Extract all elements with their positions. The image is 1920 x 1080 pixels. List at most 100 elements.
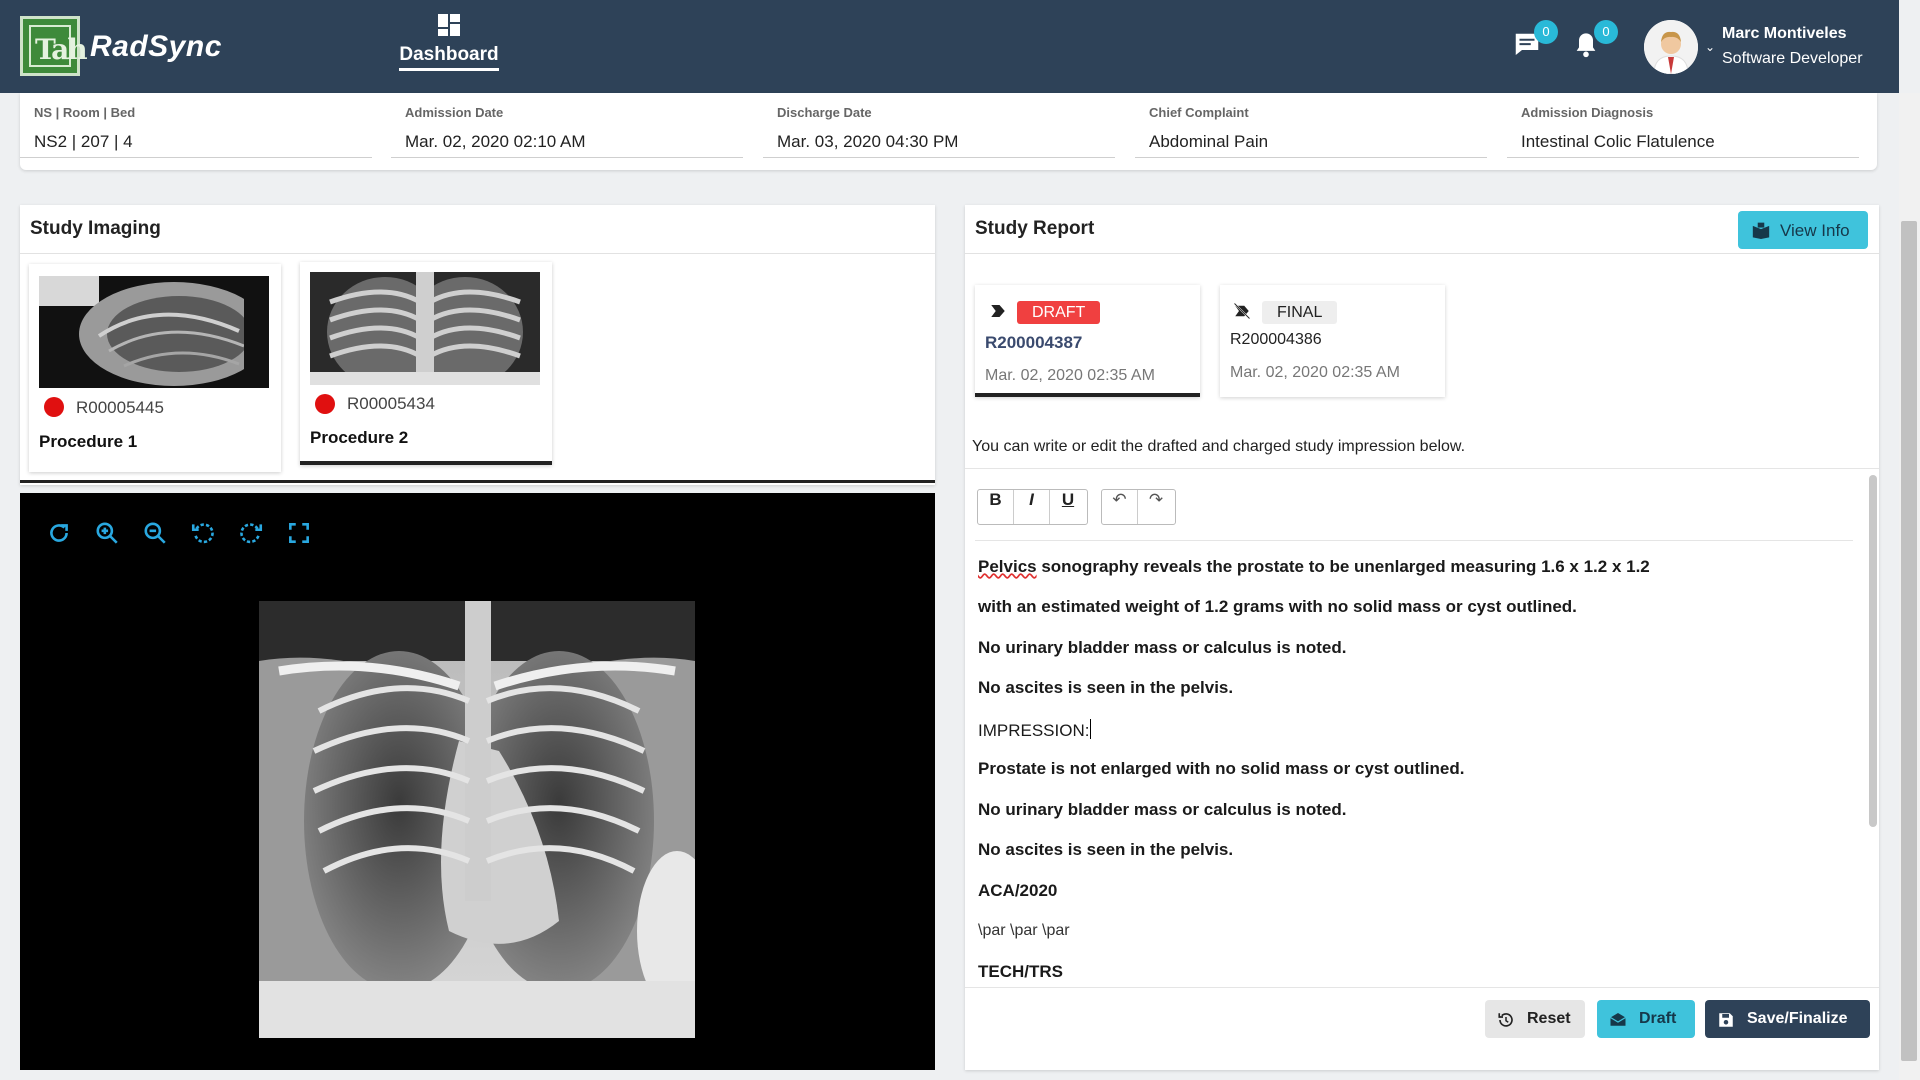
panel-title: Study Imaging [30,218,161,239]
draft-label: Draft [1639,1010,1677,1027]
italic-button[interactable]: I [1014,490,1050,524]
refresh-icon[interactable] [46,520,72,546]
procedure-label: Procedure 2 [310,428,409,447]
save-finalize-label: Save/Finalize [1747,1010,1848,1027]
report-id: R200004387 [985,333,1083,352]
fullscreen-icon[interactable] [286,520,312,546]
redo-button[interactable]: ↷ [1138,490,1174,524]
status-dot [315,394,335,414]
study-imaging-panel: Study Imaging R00005445 Procedure 1 R000… [20,205,935,485]
report-date: Mar. 02, 2020 02:35 AM [1230,364,1400,381]
divider [965,253,1879,254]
impression-editor[interactable]: B I U ↶ ↷ Pelvics sonography reveals the… [965,468,1879,988]
messages-button[interactable]: 0 [1512,20,1558,60]
view-info-label: View Info [1780,221,1850,240]
save-icon [1719,1013,1733,1027]
info-label: NS | Room | Bed [34,105,136,120]
editor-line: No urinary bladder mass or calculus is n… [978,638,1347,657]
reset-button[interactable]: Reset [1485,1000,1585,1038]
dashboard-icon [438,14,460,36]
misspelled-word: Pelvics [978,557,1037,576]
thumbnail-card[interactable]: R00005445 Procedure 1 [29,264,281,472]
reset-label: Reset [1527,1010,1571,1027]
info-chief-complaint: Chief Complaint Abdominal Pain [1135,103,1487,158]
zoom-in-icon[interactable] [94,520,120,546]
divider [20,253,935,254]
info-label: Admission Date [405,105,504,120]
save-finalize-button[interactable]: Save/Finalize [1705,1000,1870,1038]
editor-line: TECH/TRS [978,962,1063,981]
patient-info-bar: NS | Room | Bed NS2 | 207 | 4 Admission … [20,93,1877,170]
nav-dashboard[interactable]: Dashboard [390,14,508,71]
thumbnail-image [39,276,269,388]
underline-button[interactable]: U [1050,490,1086,524]
editor-line: No ascites is seen in the pelvis. [978,678,1234,697]
editor-line: IMPRESSION: [978,719,1092,740]
chevron-down-icon[interactable]: ⌄ [1705,40,1715,54]
thumbnail-id: R00005434 [347,394,435,413]
procedure-label: Procedure 1 [39,432,138,451]
info-value: Mar. 03, 2020 04:30 PM [777,132,959,151]
avatar[interactable] [1644,20,1698,74]
editor-hint: You can write or edit the drafted and ch… [972,438,1466,455]
notifications-button[interactable]: 0 [1572,20,1618,60]
info-value: Abdominal Pain [1149,132,1269,151]
image-viewer[interactable] [20,493,935,1070]
thumbnail-id: R00005445 [76,398,164,417]
xray-image[interactable] [259,601,695,1038]
label-off-icon [1233,302,1251,320]
zoom-out-icon[interactable] [142,520,168,546]
status-badge: DRAFT [1017,301,1101,324]
history-toolbar: ↶ ↷ [1101,489,1176,525]
nav-dashboard-label: Dashboard [399,44,499,71]
history-icon [1498,1013,1513,1027]
user-name: Marc Montiveles [1722,25,1847,42]
editor-line: with an estimated weight of 1.2 grams wi… [978,597,1577,616]
messages-count-badge: 0 [1534,20,1558,44]
user-role: Software Developer [1722,50,1863,67]
info-value: Intestinal Colic Flatulence [1521,132,1715,151]
thumbnail-card-selected[interactable]: R00005434 Procedure 2 [300,262,552,465]
draft-button[interactable]: Draft [1597,1000,1695,1038]
report-card-draft[interactable]: DRAFT R200004387 Mar. 02, 2020 02:35 AM [975,285,1200,397]
divider [975,540,1853,541]
format-toolbar: B I U [977,489,1088,525]
status-badge: FINAL [1262,301,1338,324]
info-admission-diagnosis: Admission Diagnosis Intestinal Colic Fla… [1507,103,1859,158]
report-card-final[interactable]: FINAL R200004386 Mar. 02, 2020 02:35 AM [1220,285,1445,397]
editor-line: No urinary bladder mass or calculus is n… [978,800,1347,819]
thumbnail-image [310,272,540,385]
editor-line: Prostate is not enlarged with no solid m… [978,759,1465,778]
info-label: Chief Complaint [1149,105,1249,120]
text-caret [1090,719,1092,739]
app-logo[interactable]: Tah [20,16,88,76]
page-scrollbar[interactable] [1899,93,1920,1080]
divider [20,480,935,483]
info-label: Admission Diagnosis [1521,105,1654,120]
top-navbar: Tah RadSync Dashboard 0 0 ⌄ Marc Montive… [0,0,1899,93]
report-id: R200004386 [1230,331,1322,348]
label-arrow-icon [991,305,1005,317]
info-ns-room-bed: NS | Room | Bed NS2 | 207 | 4 [20,103,372,158]
info-discharge-date: Discharge Date Mar. 03, 2020 04:30 PM [763,103,1115,158]
info-admission-date: Admission Date Mar. 02, 2020 02:10 AM [391,103,743,158]
notifications-count-badge: 0 [1594,20,1618,44]
bold-button[interactable]: B [978,490,1014,524]
editor-line: ACA/2020 [978,881,1058,900]
scrollbar-thumb[interactable] [1901,221,1917,1061]
info-value: NS2 | 207 | 4 [34,132,133,151]
status-dot [44,397,64,417]
editor-line: \par \par \par [978,922,1070,939]
undo-button[interactable]: ↶ [1102,490,1138,524]
report-date: Mar. 02, 2020 02:35 AM [985,367,1155,384]
panel-title: Study Report [975,218,1095,239]
info-value: Mar. 02, 2020 02:10 AM [405,132,586,151]
view-info-button[interactable]: View Info [1738,211,1868,249]
info-label: Discharge Date [777,105,872,120]
rotate-left-icon[interactable] [190,520,216,546]
rotate-right-icon[interactable] [238,520,264,546]
study-report-panel: Study Report View Info DRAFT R200004387 … [965,205,1879,1070]
book-icon [1752,222,1770,239]
editor-scrollbar[interactable] [1869,475,1877,827]
editor-line: No ascites is seen in the pelvis. [978,840,1234,859]
